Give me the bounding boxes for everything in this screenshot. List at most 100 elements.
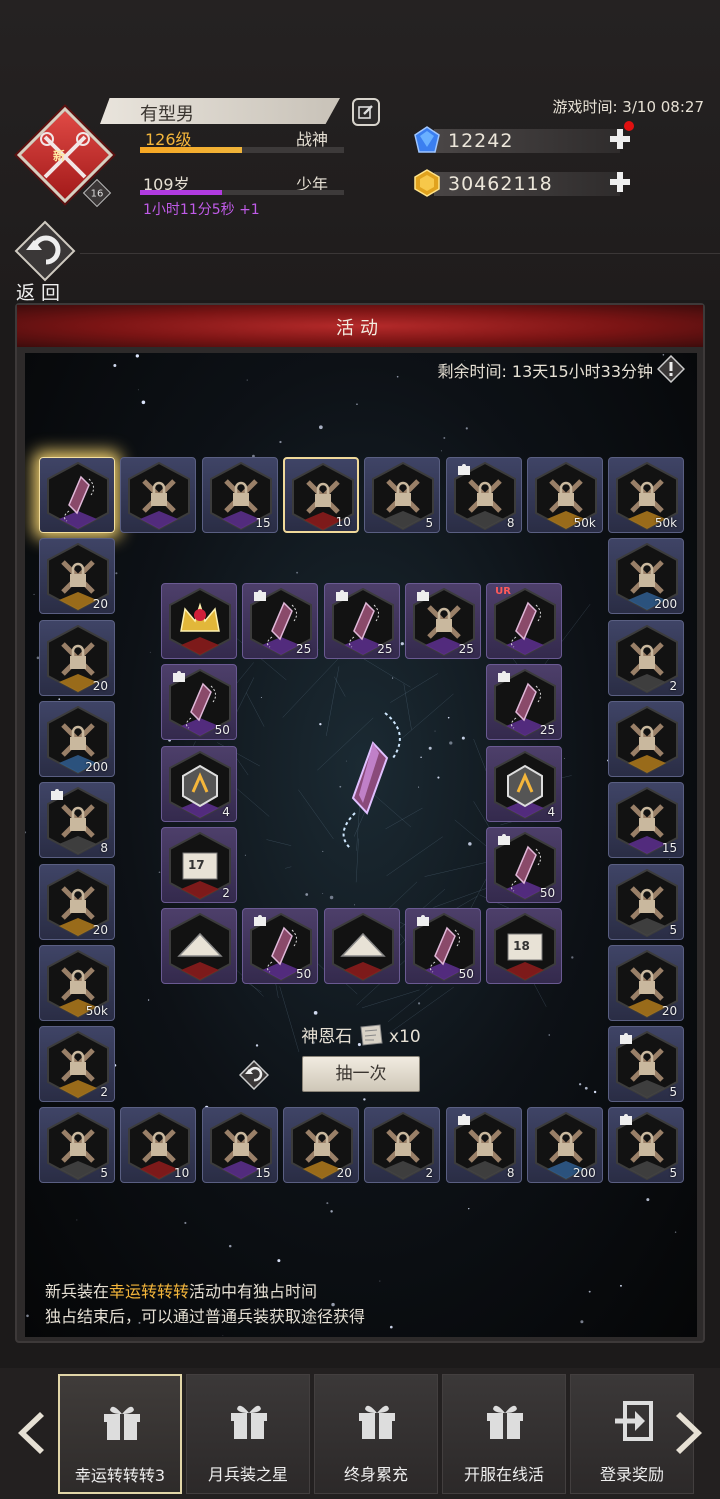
- inner-cell-right-2: 50: [486, 826, 563, 903]
- chevron-right-icon[interactable]: [670, 1408, 710, 1458]
- outer-cell-right-5: 20: [608, 944, 685, 1021]
- inner-cell-left-0: 50: [160, 664, 237, 741]
- item-count: 20: [92, 678, 108, 693]
- item-count: 50k: [654, 516, 678, 530]
- stone-icon: [360, 1024, 383, 1046]
- undo-icon[interactable]: [239, 1060, 269, 1090]
- outer-cell-bottom-3: 20: [282, 1107, 359, 1184]
- edit-icon: [358, 105, 373, 119]
- tab-3[interactable]: 开服在线活: [442, 1374, 566, 1494]
- outer-cell-left-3: 8: [39, 782, 115, 859]
- level-progress-bar: [140, 147, 344, 153]
- item-count: 200: [572, 1166, 596, 1181]
- outer-cell-right-4: 5: [608, 863, 685, 940]
- outer-cell-bottom-7: 5: [608, 1107, 685, 1184]
- item-count: 15: [255, 1166, 271, 1181]
- outer-cell-bottom-1: 10: [120, 1107, 197, 1184]
- outer-cell-left-2: 200: [39, 700, 115, 777]
- gift-icon: [231, 1405, 267, 1439]
- item-count: 25: [539, 723, 556, 738]
- item-count: 5: [669, 1166, 678, 1181]
- outer-cell-bottom-6: 200: [526, 1107, 603, 1184]
- puzzle-piece-icon: [335, 590, 348, 601]
- item-count: 4: [547, 804, 556, 819]
- item-count: 50: [458, 967, 474, 982]
- info-icon[interactable]: [657, 355, 685, 383]
- item-count: 2: [100, 1085, 108, 1100]
- stone-count: x10: [389, 1027, 421, 1047]
- inner-cell-bottom-3: 50: [404, 908, 481, 985]
- puzzle-piece-icon: [620, 1114, 633, 1126]
- outer-cell-top-6: 50k: [526, 457, 603, 533]
- tab-2[interactable]: 终身累充: [314, 1374, 438, 1494]
- puzzle-piece-icon: [457, 1114, 470, 1126]
- new-badge: 新: [53, 149, 66, 163]
- gift-icon: [359, 1405, 395, 1439]
- player-avatar[interactable]: 新 16: [16, 106, 114, 208]
- back-button[interactable]: 返回: [10, 220, 80, 304]
- gold-currency: 30462118: [414, 169, 634, 198]
- puzzle-piece-icon: [416, 915, 429, 927]
- item-count: 15: [255, 516, 271, 530]
- inner-cell-right-1: 4: [486, 745, 563, 822]
- outer-cell-top-5: 8: [445, 457, 522, 533]
- tab-0[interactable]: 幸运转转转3: [58, 1374, 182, 1494]
- notification-dot: [624, 121, 634, 131]
- outer-cell-right-0: 200: [608, 538, 685, 615]
- event-name-highlight: 幸运转转转: [109, 1282, 190, 1301]
- tab-label: 终身累充: [343, 1465, 408, 1484]
- gem-amount: 12242: [448, 130, 514, 152]
- stone-label: 神恩石: [301, 1027, 353, 1047]
- inner-cell-top-1: 25: [242, 583, 319, 659]
- back-arrow-icon: [14, 220, 76, 282]
- outer-cell-left-1: 20: [39, 619, 115, 696]
- edit-name-button[interactable]: [352, 98, 380, 126]
- outer-cell-top-4: 5: [364, 457, 441, 533]
- item-count: 2: [425, 1166, 434, 1181]
- item-count: 50: [214, 723, 230, 738]
- event-tab-strip: 幸运转转转3 月兵装之星 终身累充 开服在线活 登录奖励: [0, 1368, 720, 1499]
- outer-cell-bottom-2: 15: [201, 1107, 278, 1184]
- tab-label: 幸运转转转3: [74, 1466, 166, 1485]
- inner-cell-top-3: 25: [404, 583, 481, 659]
- item-count: 20: [92, 922, 108, 937]
- draw-once-button[interactable]: 抽一次: [302, 1056, 420, 1092]
- scroll-number: 17: [187, 857, 205, 872]
- gift-icon: [487, 1405, 523, 1439]
- tab-label: 月兵装之星: [207, 1465, 288, 1484]
- item-count: 50: [539, 885, 556, 900]
- item-count: 20: [336, 1166, 352, 1181]
- inner-cell-bottom-1: 50: [242, 908, 319, 985]
- player-name: 有型男: [140, 104, 194, 125]
- item-count: 4: [222, 804, 230, 819]
- gem-currency: 12242: [414, 121, 634, 155]
- lucky-wheel-board: 剩余时间: 13天15小时33分钟 15 10 5 8 50k 50k 20 2…: [25, 353, 697, 1337]
- item-count: 50k: [573, 516, 596, 530]
- gold-coin-icon: [414, 169, 440, 197]
- blue-gem-icon: [414, 126, 440, 153]
- player-name-bar: 有型男: [100, 98, 340, 124]
- item-count: 20: [661, 1003, 678, 1018]
- age-timer: 1小时11分5秒 +1: [143, 202, 260, 218]
- featured-weapon-pendant-icon: [342, 712, 401, 849]
- puzzle-piece-icon: [498, 833, 511, 845]
- inner-cell-top-0: [160, 583, 237, 659]
- notice-line-1: 新兵装在幸运转转转活动中有独占时间: [45, 1282, 318, 1301]
- item-count: 200: [85, 759, 108, 774]
- outer-cell-right-1: 2: [608, 619, 685, 696]
- chevron-left-icon[interactable]: [10, 1408, 50, 1458]
- item-count: 5: [425, 516, 434, 530]
- outer-cell-right-3: 15: [608, 782, 685, 859]
- inner-cell-top-4: UR: [486, 583, 563, 659]
- outer-cell-top-2: 15: [201, 457, 278, 533]
- gold-amount: 30462118: [448, 173, 553, 195]
- item-count: 25: [377, 642, 393, 656]
- item-count: 15: [661, 841, 678, 856]
- item-count: 2: [222, 885, 230, 900]
- outer-cell-top-1: [120, 457, 197, 533]
- item-count: 8: [506, 516, 515, 530]
- outer-cell-top-7: 50k: [608, 457, 685, 533]
- scroll-number: 18: [513, 939, 530, 954]
- add-gold-button[interactable]: [608, 170, 632, 194]
- tab-1[interactable]: 月兵装之星: [186, 1374, 310, 1494]
